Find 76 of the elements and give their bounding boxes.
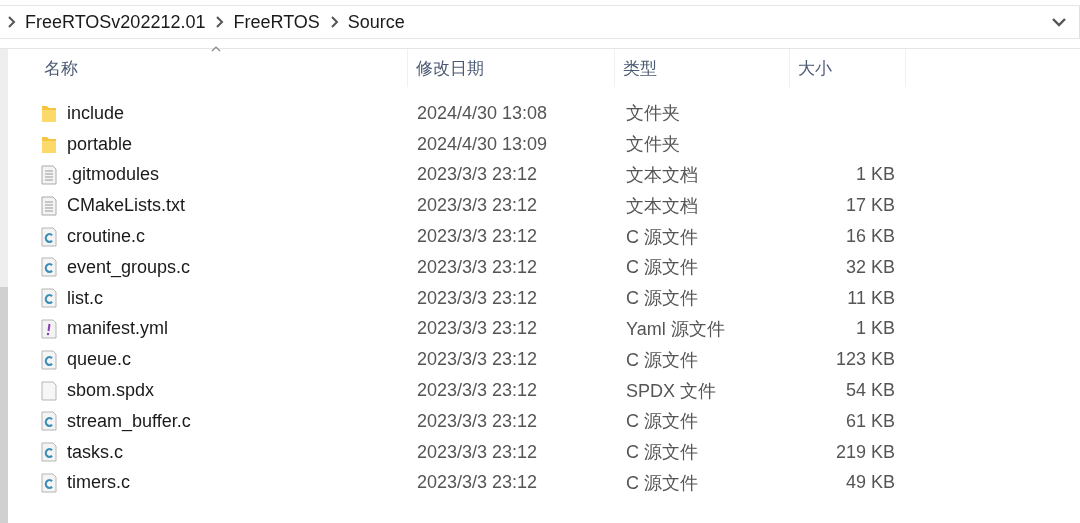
file-name[interactable]: sbom.spdx (67, 380, 155, 402)
modified-date: 2024/4/30 13:08 (417, 102, 548, 123)
file-size: 17 KB (845, 195, 895, 216)
file-type: C 源文件 (626, 288, 698, 309)
file-type: C 源文件 (626, 472, 698, 493)
file-name[interactable]: CMakeLists.txt (67, 195, 186, 217)
chevron-icon (216, 16, 225, 28)
file-type: C 源文件 (626, 257, 698, 278)
scrollbar-thumb[interactable] (0, 287, 8, 523)
file-type: 文本文档 (626, 165, 698, 185)
file-size: 49 KB (845, 472, 895, 493)
chevron-icon (330, 16, 339, 28)
file-name[interactable]: portable (67, 133, 133, 155)
folder-icon (41, 134, 57, 155)
file-type: C 源文件 (626, 411, 698, 432)
c-file-icon (41, 442, 57, 463)
blank-file-icon (41, 380, 57, 401)
file-name[interactable]: queue.c (67, 349, 132, 371)
modified-date: 2023/3/3 23:12 (417, 164, 538, 185)
modified-date: 2023/3/3 23:12 (417, 287, 538, 308)
breadcrumb-item[interactable]: Source (347, 11, 405, 33)
file-type: 文件夹 (626, 103, 680, 124)
file-type: SPDX 文件 (626, 380, 717, 401)
exclamation-file-icon (41, 318, 57, 339)
modified-date: 2023/3/3 23:12 (417, 410, 538, 431)
file-size: 1 KB (855, 164, 895, 185)
file-size: 16 KB (845, 226, 895, 247)
file-name[interactable]: event_groups.c (67, 256, 191, 278)
file-type: C 源文件 (626, 349, 698, 370)
file-size: 61 KB (845, 410, 895, 431)
column-header[interactable]: 类型 (615, 49, 790, 87)
file-size: 123 KB (835, 349, 895, 370)
file-type: 文件夹 (626, 134, 680, 155)
modified-date: 2023/3/3 23:12 (417, 472, 538, 493)
file-size: 1 KB (855, 318, 895, 339)
modified-date: 2024/4/30 13:09 (417, 133, 548, 154)
file-type: Yaml 源文件 (626, 318, 725, 339)
dropdown-icon[interactable] (1051, 17, 1067, 27)
column-header[interactable]: 名称 (36, 49, 408, 87)
file-name[interactable]: include (67, 102, 125, 124)
c-file-icon (41, 257, 57, 278)
modified-date: 2023/3/3 23:12 (417, 256, 538, 277)
modified-date: 2023/3/3 23:12 (417, 195, 538, 216)
breadcrumb-item[interactable]: FreeRTOSv202212.01 (25, 11, 206, 33)
file-type: 文本文档 (626, 195, 698, 216)
modified-date: 2023/3/3 23:12 (417, 349, 538, 370)
modified-date: 2023/3/3 23:12 (417, 380, 538, 401)
modified-date: 2023/3/3 23:12 (417, 318, 538, 339)
scrollbar[interactable] (0, 49, 8, 523)
file-name[interactable]: croutine.c (67, 226, 146, 248)
file-name[interactable]: list.c (67, 287, 103, 309)
file-name[interactable]: timers.c (67, 472, 130, 494)
file-name[interactable]: stream_buffer.c (67, 410, 191, 432)
modified-date: 2023/3/3 23:12 (417, 441, 538, 462)
file-type: C 源文件 (626, 442, 698, 463)
column-header[interactable]: 修改日期 (408, 49, 615, 87)
file-name[interactable]: .gitmodules (67, 164, 160, 186)
file-name[interactable]: tasks.c (67, 441, 123, 463)
folder-icon (41, 103, 57, 124)
column-header[interactable]: 大小 (790, 49, 906, 87)
file-size: 32 KB (845, 256, 895, 277)
file-size: 219 KB (835, 441, 895, 462)
c-file-icon (41, 472, 57, 493)
file-size: 54 KB (845, 380, 895, 401)
breadcrumb-item[interactable]: FreeRTOS (233, 11, 320, 33)
file-name[interactable]: manifest.yml (67, 318, 169, 340)
c-file-icon (41, 226, 57, 247)
c-file-icon (41, 411, 57, 432)
chevron-icon (8, 16, 16, 28)
c-file-icon (41, 349, 57, 370)
modified-date: 2023/3/3 23:12 (417, 226, 538, 247)
text-file-icon (41, 165, 57, 185)
file-type: C 源文件 (626, 226, 698, 247)
text-file-icon (41, 195, 57, 216)
c-file-icon (41, 288, 57, 309)
file-size: 11 KB (847, 287, 895, 308)
